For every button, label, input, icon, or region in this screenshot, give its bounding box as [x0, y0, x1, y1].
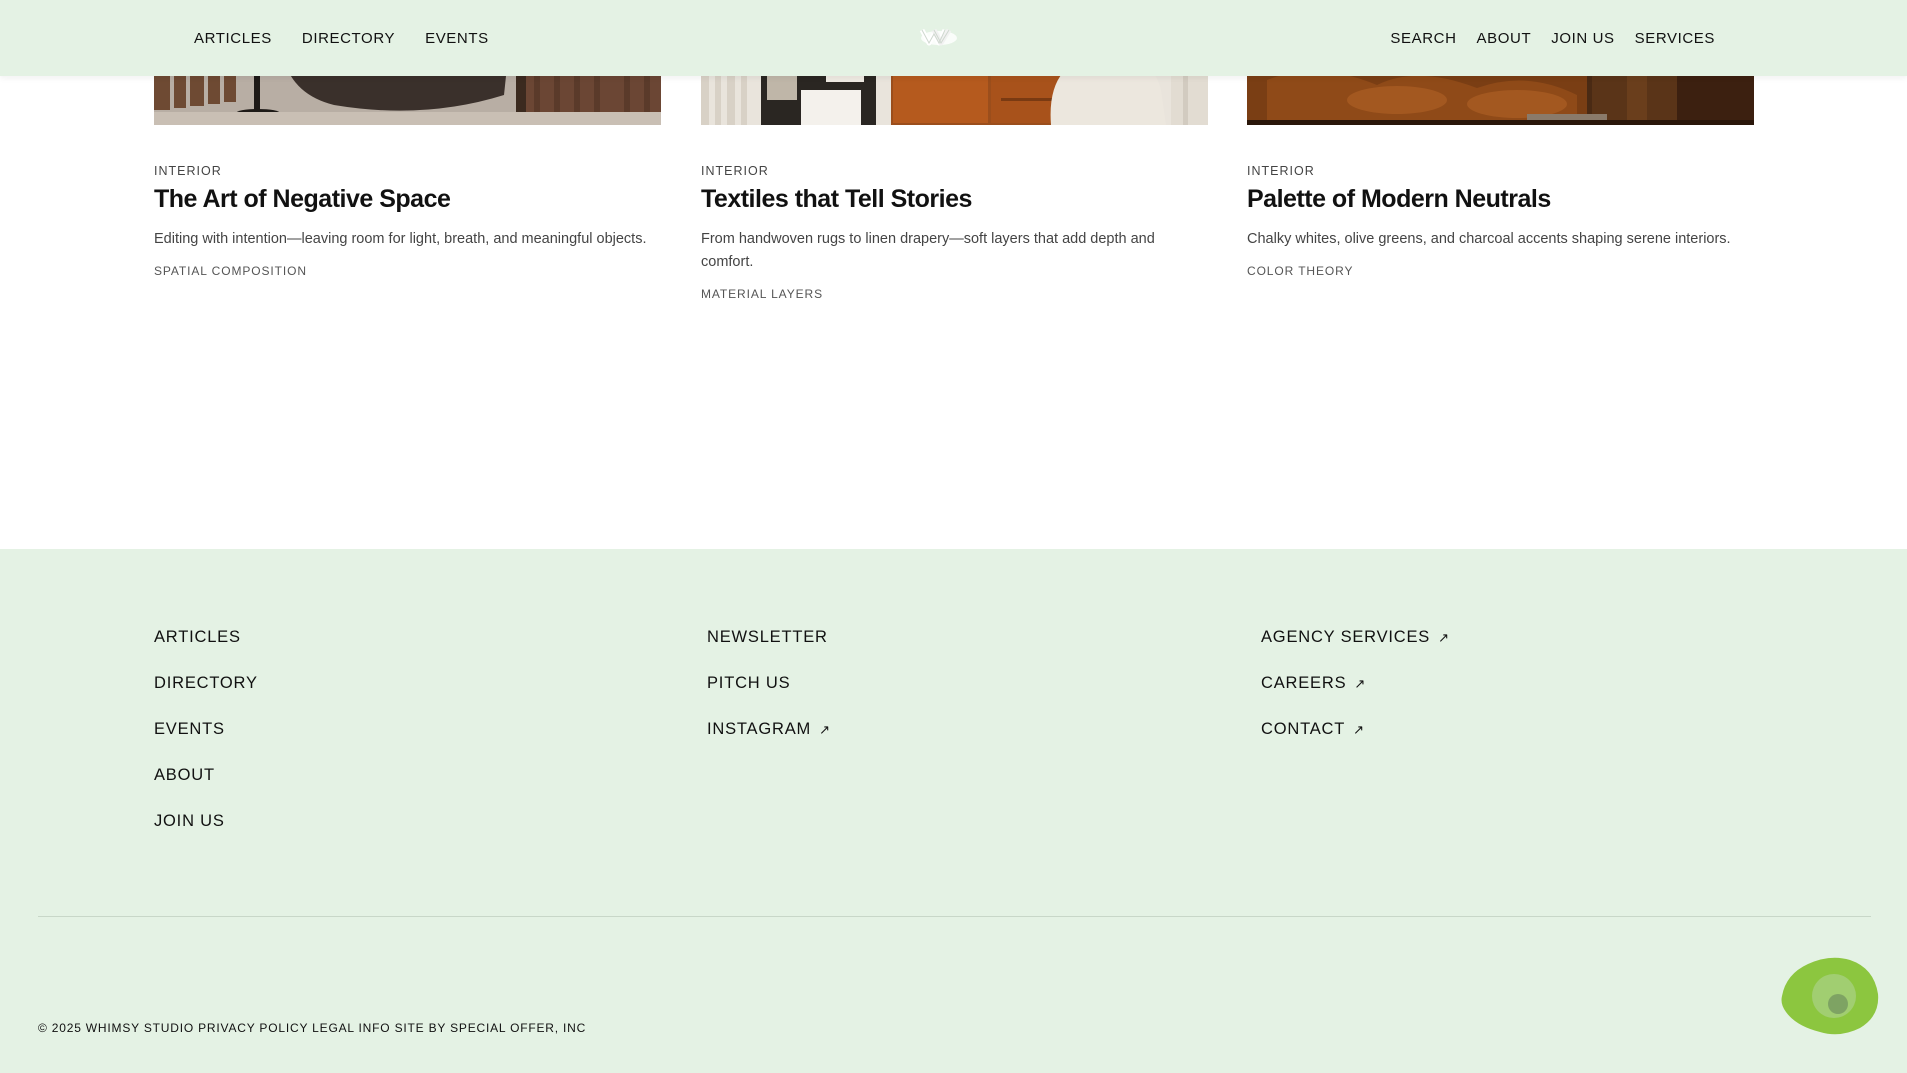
footer-link-instagram[interactable]: INSTAGRAM ↗ — [707, 721, 831, 767]
article-tag[interactable]: SPATIAL COMPOSITION — [154, 264, 661, 278]
footer-legal: © 2025 WHIMSY STUDIO PRIVACY POLICY LEGA… — [38, 1021, 586, 1035]
footer-link-label: AGENCY SERVICES — [1261, 628, 1431, 646]
footer-link-label: INSTAGRAM — [707, 720, 812, 738]
footer-link-label: JOIN US — [154, 812, 225, 830]
footer-link-newsletter[interactable]: NEWSLETTER — [707, 629, 831, 675]
external-arrow-icon: ↗ — [1438, 630, 1450, 645]
footer-link-label: ARTICLES — [154, 628, 241, 646]
footer-nav-engage: NEWSLETTER PITCH US INSTAGRAM ↗ — [707, 629, 831, 767]
footer-link-label: DIRECTORY — [154, 674, 258, 692]
article-category: INTERIOR — [1247, 164, 1315, 178]
footer-link-label: CONTACT — [1261, 720, 1346, 738]
w-monogram-logo[interactable] — [919, 24, 959, 48]
article-category: INTERIOR — [154, 164, 222, 178]
footer-link-agency-services[interactable]: AGENCY SERVICES ↗ — [1261, 629, 1450, 675]
footer-nav-company: AGENCY SERVICES ↗ CAREERS ↗ CONTACT ↗ — [1261, 629, 1450, 767]
site-footer: ARTICLES DIRECTORY EVENTS ABOUT JOIN US … — [0, 549, 1907, 1073]
footer-link-about[interactable]: ABOUT — [154, 767, 258, 813]
article-tag[interactable]: COLOR THEORY — [1247, 264, 1754, 278]
footer-link-join-us[interactable]: JOIN US — [154, 813, 258, 859]
nav-about[interactable]: ABOUT — [1477, 30, 1532, 47]
footer-link-label: CAREERS — [1261, 674, 1347, 692]
external-arrow-icon: ↗ — [1353, 722, 1365, 737]
article-category: INTERIOR — [701, 164, 769, 178]
footer-link-directory[interactable]: DIRECTORY — [154, 675, 258, 721]
footer-link-label: NEWSLETTER — [707, 628, 828, 646]
footer-link-label: ABOUT — [154, 766, 215, 784]
primary-nav: ARTICLES DIRECTORY EVENTS — [194, 0, 519, 76]
site-credit-link[interactable]: SITE BY SPECIAL OFFER, INC — [395, 1021, 587, 1035]
nav-search[interactable]: SEARCH — [1390, 30, 1456, 47]
article-title[interactable]: Textiles that Tell Stories — [701, 184, 1208, 214]
external-arrow-icon: ↗ — [819, 722, 831, 737]
footer-link-events[interactable]: EVENTS — [154, 721, 258, 767]
nav-articles[interactable]: ARTICLES — [194, 30, 272, 47]
nav-join-us[interactable]: JOIN US — [1551, 30, 1614, 47]
nav-events[interactable]: EVENTS — [425, 30, 489, 47]
green-blob-icon[interactable] — [1778, 954, 1882, 1036]
article-title[interactable]: The Art of Negative Space — [154, 184, 661, 214]
privacy-policy-link[interactable]: PRIVACY POLICY — [198, 1021, 312, 1035]
footer-link-articles[interactable]: ARTICLES — [154, 629, 258, 675]
footer-link-label: PITCH US — [707, 674, 791, 692]
footer-link-label: EVENTS — [154, 720, 225, 738]
legal-info-link[interactable]: LEGAL INFO — [312, 1021, 394, 1035]
footer-link-contact[interactable]: CONTACT ↗ — [1261, 721, 1450, 767]
copyright-text: © 2025 WHIMSY STUDIO — [38, 1021, 199, 1035]
nav-services[interactable]: SERVICES — [1635, 30, 1715, 47]
article-title[interactable]: Palette of Modern Neutrals — [1247, 184, 1754, 214]
article-description: Editing with intention—leaving room for … — [154, 231, 647, 247]
site-header: ARTICLES DIRECTORY EVENTS SEARCH ABOUT J… — [0, 0, 1907, 76]
footer-divider — [38, 916, 1871, 917]
nav-directory[interactable]: DIRECTORY — [302, 30, 395, 47]
secondary-nav: SEARCH ABOUT JOIN US SERVICES — [1370, 0, 1715, 76]
external-arrow-icon: ↗ — [1354, 676, 1367, 691]
article-tag[interactable]: MATERIAL LAYERS — [701, 287, 1208, 301]
footer-link-pitch-us[interactable]: PITCH US — [707, 675, 831, 721]
article-description: From handwoven rugs to linen drapery—sof… — [701, 231, 1155, 270]
footer-link-careers[interactable]: CAREERS ↗ — [1261, 675, 1450, 721]
article-description: Chalky whites, olive greens, and charcoa… — [1247, 231, 1731, 247]
footer-nav-primary: ARTICLES DIRECTORY EVENTS ABOUT JOIN US — [154, 629, 258, 859]
